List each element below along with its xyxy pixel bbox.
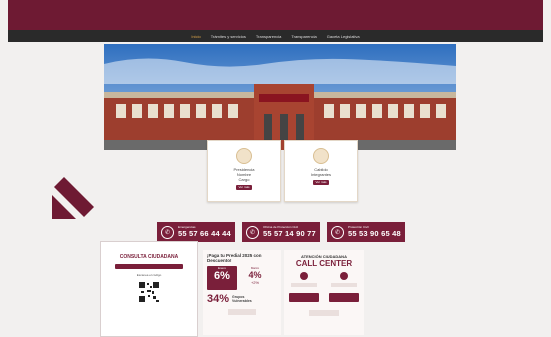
callcenter-button-2[interactable] [329,293,359,302]
seal-icon [236,148,252,164]
seal-icon [313,148,329,164]
card-cabildo[interactable]: Cabildo Integrantes Ver más [284,140,358,202]
callcenter-logo [309,310,339,316]
phone-number: 55 57 66 44 44 [178,229,231,238]
predial-group-pct: 34% [207,293,230,305]
card-presidencia[interactable]: Presidencia Nombre Cargo Ver más [207,140,281,202]
top-banner [8,0,543,30]
predial-group-label: Grupos Vulnerables [232,295,252,303]
phone-emergencias[interactable]: ✆ Emergencias 55 57 66 44 44 [157,222,235,242]
consulta-panel[interactable]: CONSULTA CIUDADANA Escanea el código [100,241,198,337]
callcenter-line [291,283,317,287]
callcenter-panel[interactable]: ATENCIÓN CIUDADANA CALL CENTER [284,250,364,335]
predial-marzo-pct: 4% [248,270,262,280]
predial-title: ¡Paga tu Predial 2025 con Descuento! [207,253,262,263]
main-nav: Inicio Trámites y servicios Transparenci… [8,30,543,42]
phone-icon: ✆ [331,225,344,239]
callcenter-big: CALL CENTER [295,259,353,268]
consulta-sub: Escanea el código [136,273,162,277]
nav-tramites[interactable]: Trámites y servicios [211,34,246,39]
consulta-title: CONSULTA CIUDADANA [119,254,179,260]
phone-icon: ✆ [246,225,259,239]
card-line: Cargo [238,177,250,182]
phone-number: 55 57 14 90 77 [263,229,316,238]
predial-logo [228,309,256,315]
nav-transparencia-1[interactable]: Transparencia [256,34,281,39]
phone-oficina[interactable]: ✆ Oficina de Protección Civil 55 57 14 9… [242,222,320,242]
predial-panel[interactable]: ¡Paga tu Predial 2025 con Descuento! Ene… [203,250,281,335]
card-button[interactable]: Ver más [313,180,329,185]
callcenter-line [331,283,357,287]
whatsapp-icon [340,272,348,280]
nav-transparencia-2[interactable]: Transparencia [291,34,316,39]
card-line: Integrantes [310,172,331,177]
hero-image [104,44,456,150]
nav-gaceta[interactable]: Gaceta Legislativa [327,34,360,39]
predial-enero-pct: 6% [214,270,230,282]
phone-proteccion[interactable]: ✆ Protección Civil 55 53 90 65 48 [327,222,405,242]
callcenter-button-1[interactable] [289,293,319,302]
consulta-banner [115,264,183,269]
phone-number: 55 53 90 65 48 [348,229,401,238]
call-icon [300,272,308,280]
qr-code-icon [138,281,160,303]
predial-enero: Enero 6% [207,266,237,290]
arrow-down-left-icon [52,177,94,219]
phone-icon: ✆ [161,225,174,239]
predial-extra: +2% [250,280,260,285]
nav-inicio[interactable]: Inicio [191,34,200,39]
predial-marzo: Marzo 4% +2% [240,266,270,290]
card-button[interactable]: Ver más [236,185,252,190]
